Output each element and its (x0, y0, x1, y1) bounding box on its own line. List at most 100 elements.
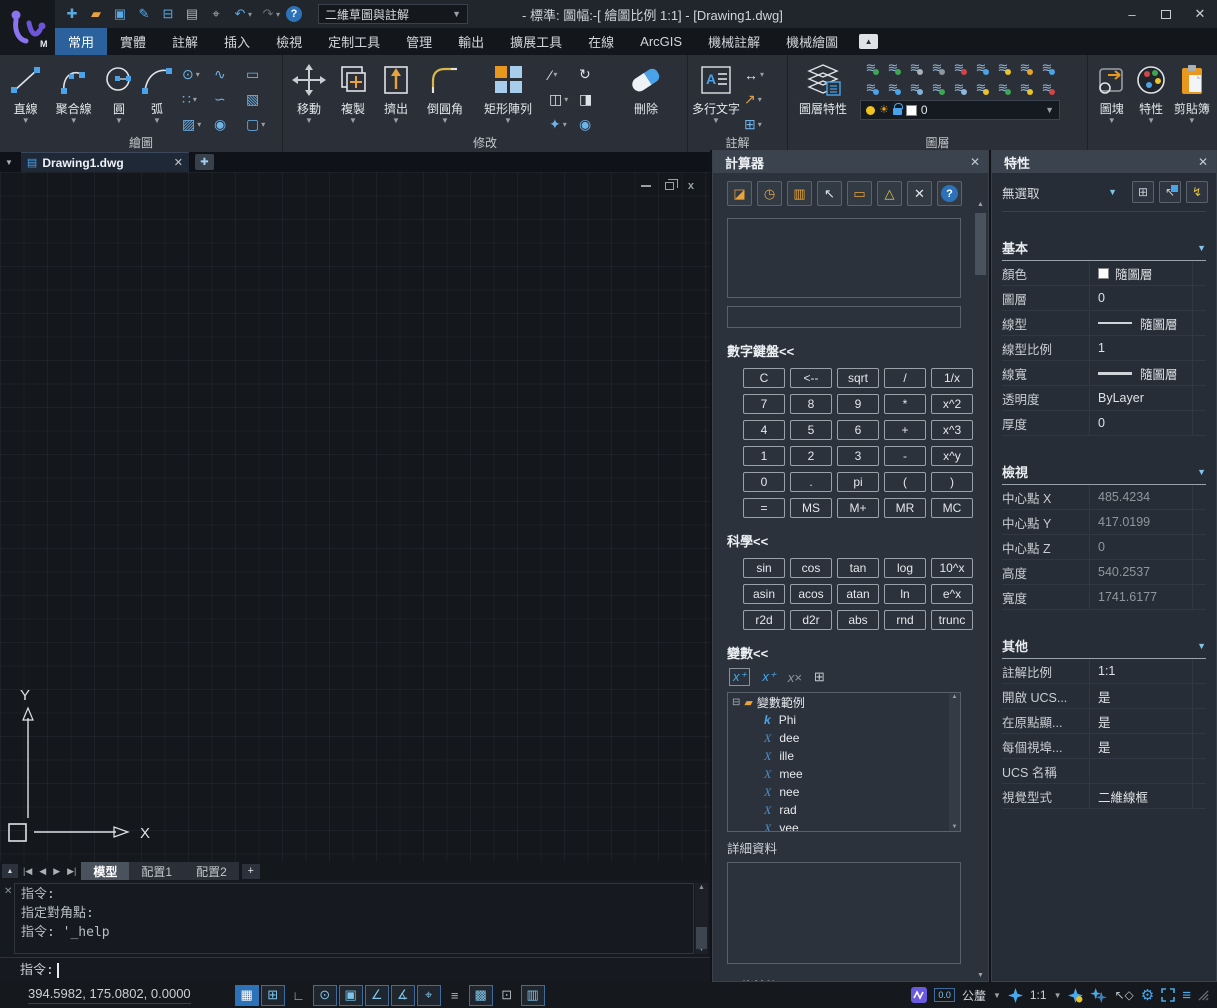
property-value[interactable]: 隨圖層 (1090, 364, 1192, 383)
layout-tab[interactable]: 模型 (81, 862, 129, 880)
property-value[interactable]: 1 (1090, 341, 1192, 355)
show-lineweight-toggle[interactable]: ≡ (443, 985, 467, 1006)
variable-item[interactable]: k Phi (728, 711, 960, 729)
app-logo[interactable]: M (0, 0, 55, 55)
calc-sci-key[interactable]: acos (790, 584, 832, 604)
fillet-button[interactable]: 倒圓角 ▼ (417, 58, 473, 126)
scroll-up-icon[interactable]: ▲ (949, 694, 960, 700)
toggle-pickadd-icon[interactable]: ↯ (1186, 181, 1208, 203)
property-row[interactable]: 透明度 ByLayer (1002, 386, 1206, 411)
calc-key[interactable]: 2 (790, 446, 832, 466)
open-folder-icon[interactable]: ▰ (86, 4, 104, 24)
layer-freeze-icon[interactable]: ≋ (992, 58, 1014, 78)
mirror-icon[interactable]: ◨ (579, 87, 609, 112)
layer-delete-icon[interactable]: ≋ (1036, 78, 1058, 98)
calc-key[interactable]: MC (931, 498, 973, 518)
save-as-icon[interactable]: ✎ (134, 4, 152, 24)
offset-icon[interactable]: ◫ ▾ (549, 87, 579, 112)
property-row[interactable]: UCS 名稱 (1002, 759, 1206, 784)
property-value[interactable]: ByLayer (1090, 391, 1192, 405)
ribbon-tab[interactable]: 機械繪圖 (773, 28, 851, 55)
calc-key[interactable]: MS (790, 498, 832, 518)
collapse-node-icon[interactable]: ⊟ (732, 697, 740, 708)
object-snap-tracking-toggle[interactable]: ∡ (391, 985, 415, 1006)
collapse-section-icon[interactable]: ▼ (1197, 243, 1206, 253)
calc-key[interactable]: - (884, 446, 926, 466)
add-layout-button[interactable]: + (242, 864, 260, 879)
variables-tree[interactable]: ⊟ ▰ 變數範例 k Phi X dee X (727, 692, 961, 832)
ribbon-tab[interactable]: 管理 (393, 28, 445, 55)
selection-filter-icon[interactable]: ↖◇ (1114, 988, 1133, 1002)
new-document-tab-button[interactable]: ✚ (195, 154, 214, 170)
collapse-ribbon-button[interactable]: ▲ (859, 34, 878, 49)
drawing-restore-icon[interactable] (665, 182, 674, 190)
calc-key[interactable]: 1/x (931, 368, 973, 388)
calc-sci-key[interactable]: abs (837, 610, 879, 630)
layer-states-icon[interactable]: ≋ (926, 78, 948, 98)
minimize-button[interactable]: – (1115, 0, 1149, 28)
property-row[interactable]: 高度 540.2537 (1002, 560, 1206, 585)
calc-key[interactable]: sqrt (837, 368, 879, 388)
property-row[interactable]: 顏色 隨圖層 (1002, 261, 1206, 286)
resize-grip[interactable] (1198, 990, 1209, 1001)
rectangular-array-button[interactable]: 矩形陣列 ▼ (473, 58, 543, 126)
first-layout-icon[interactable]: |◀ (21, 866, 34, 877)
calc-sci-key[interactable]: atan (837, 584, 879, 604)
calc-sci-key[interactable]: rnd (884, 610, 926, 630)
calculator-scrollbar[interactable]: ▲ ▼ (974, 201, 987, 979)
redo-icon[interactable]: ↷ ▾ (258, 4, 280, 24)
selection-cycling-toggle[interactable]: ▥ (521, 985, 545, 1006)
circle-button[interactable]: 圓 ▼ (100, 58, 138, 126)
history-icon[interactable]: ◷ (757, 181, 782, 206)
clipboard-button[interactable]: 剪貼簿 ▼ (1171, 58, 1213, 126)
ribbon-tab[interactable]: 檢視 (263, 28, 315, 55)
calc-key[interactable]: . (790, 472, 832, 492)
calc-key[interactable]: 7 (743, 394, 785, 414)
select-objects-icon[interactable]: ↖ (1159, 181, 1181, 203)
calculator-input-icon[interactable]: ⊞ (814, 669, 825, 685)
variables-scrollbar[interactable]: ▲ ▼ (949, 693, 960, 831)
grid-display-toggle[interactable]: ▦ (235, 985, 259, 1006)
ribbon-tab[interactable]: 機械註解 (695, 28, 773, 55)
copy-objects-to-layer-icon[interactable]: ≋ (992, 78, 1014, 98)
calc-key[interactable]: 9 (837, 394, 879, 414)
mtext-button[interactable]: A 多行文字 ▼ (692, 58, 740, 126)
property-value[interactable]: 0 (1090, 416, 1192, 430)
layer-visibility-icon[interactable]: ≋ (1036, 58, 1058, 78)
calc-sci-key[interactable]: tan (837, 558, 879, 578)
document-tab-overflow-icon[interactable]: ▼ (5, 158, 13, 167)
property-value[interactable]: 1:1 (1090, 664, 1192, 678)
properties-button[interactable]: 特性 ▼ (1131, 58, 1170, 126)
thaw-all-layers-icon[interactable]: ≋ (926, 58, 948, 78)
edit-variable-icon[interactable]: x⁺ (762, 669, 775, 685)
scientific-section-label[interactable]: 科學<< (727, 531, 988, 550)
property-value[interactable]: 是 (1090, 737, 1192, 756)
polar-tracking-toggle[interactable]: ⊙ (313, 985, 337, 1006)
get-coordinates-icon[interactable]: ↖ (817, 181, 842, 206)
leader-icon[interactable]: ↗ ▾ (744, 87, 784, 112)
angle-override-toggle[interactable]: ∠ (365, 985, 389, 1006)
unit-label[interactable]: 公釐 (962, 987, 986, 1004)
calc-key[interactable]: 6 (837, 420, 879, 440)
calc-key[interactable]: 4 (743, 420, 785, 440)
arc-button[interactable]: 弧 ▼ (138, 58, 176, 126)
stretch-button[interactable]: 擠出 ▼ (375, 58, 417, 126)
calc-key[interactable]: 8 (790, 394, 832, 414)
property-value[interactable]: 是 (1090, 687, 1192, 706)
calc-key[interactable]: / (884, 368, 926, 388)
property-row[interactable]: 線型 隨圖層 (1002, 311, 1206, 336)
variable-item[interactable]: X dee (728, 729, 960, 747)
trim-icon[interactable]: ⁄ ▾ (549, 62, 579, 87)
turn-all-layers-on-icon[interactable]: ≋ (904, 58, 926, 78)
unlock-layer-icon[interactable]: ≋ (970, 58, 992, 78)
variable-item[interactable]: X mee (728, 765, 960, 783)
command-scrollbar[interactable]: ▲ ▼ (695, 883, 708, 954)
transparency-toggle[interactable]: ▩ (469, 985, 493, 1006)
previous-layer-icon[interactable]: ≋ (948, 78, 970, 98)
property-row[interactable]: 在原點顯... 是 (1002, 709, 1206, 734)
lock-layer-icon[interactable]: ≋ (948, 58, 970, 78)
block-button[interactable]: 圖塊 ▼ (1092, 58, 1131, 126)
layout-tab[interactable]: 配置1 (129, 862, 184, 880)
copy-button[interactable]: 複製 ▼ (331, 58, 375, 126)
scrollbar-thumb[interactable] (696, 927, 707, 949)
